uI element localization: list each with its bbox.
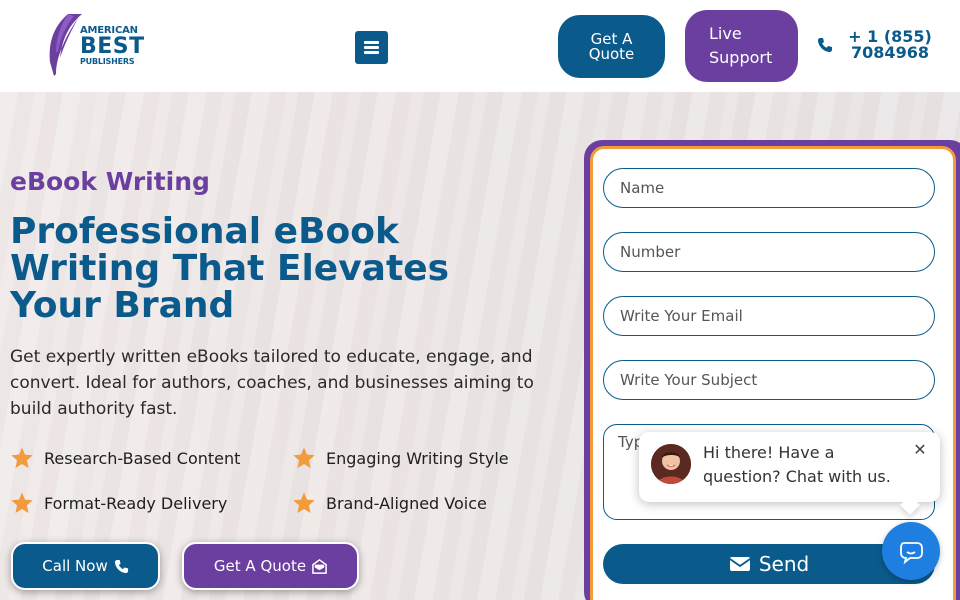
close-icon[interactable]: ✕ bbox=[912, 442, 928, 458]
live-support-button[interactable]: Live Support bbox=[685, 10, 798, 82]
feature-label: Brand-Aligned Voice bbox=[326, 493, 487, 513]
email-field[interactable] bbox=[603, 296, 935, 336]
chat-launcher-button[interactable] bbox=[882, 522, 940, 580]
star-icon bbox=[293, 447, 315, 468]
hamburger-menu-button[interactable] bbox=[355, 31, 388, 64]
hamburger-icon-bar bbox=[364, 46, 379, 49]
avatar bbox=[651, 444, 691, 484]
person-icon bbox=[651, 444, 691, 484]
envelope-icon bbox=[729, 557, 751, 571]
number-field[interactable] bbox=[603, 232, 935, 272]
hamburger-icon-bar bbox=[364, 41, 379, 44]
phone-icon bbox=[114, 559, 128, 573]
feature-label: Research-Based Content bbox=[44, 448, 241, 468]
call-now-label: Call Now bbox=[42, 557, 108, 575]
call-now-button[interactable]: Call Now bbox=[11, 542, 160, 590]
logo-text: AMERICAN BEST PUBLISHERS bbox=[80, 26, 145, 66]
feature-item: Engaging Writing Style bbox=[292, 446, 509, 470]
chat-icon bbox=[900, 542, 923, 565]
logo-line-2: BEST bbox=[80, 34, 145, 59]
get-quote-button-header[interactable]: Get A Quote bbox=[558, 15, 665, 78]
star-icon bbox=[11, 492, 33, 513]
quill-icon bbox=[49, 14, 82, 76]
feature-item: Brand-Aligned Voice bbox=[292, 491, 487, 515]
star-icon bbox=[293, 492, 315, 513]
logo[interactable]: AMERICAN BEST PUBLISHERS bbox=[44, 12, 144, 78]
feature-item: Research-Based Content bbox=[10, 446, 240, 470]
logo-line-3: PUBLISHERS bbox=[80, 57, 135, 66]
hero-headline: Professional eBook Writing That Elevates… bbox=[10, 211, 450, 326]
chat-message: Hi there! Have a question? Chat with us. bbox=[703, 443, 891, 486]
hero-intro: Get expertly written eBooks tailored to … bbox=[10, 347, 534, 419]
phone-number-link[interactable]: + 1 (855) 7084968 bbox=[846, 29, 934, 61]
feature-label: Engaging Writing Style bbox=[326, 448, 509, 468]
hamburger-icon-bar bbox=[364, 51, 379, 54]
name-field[interactable] bbox=[603, 168, 935, 208]
envelope-open-icon bbox=[312, 558, 327, 574]
subject-field[interactable] bbox=[603, 360, 935, 400]
star-icon bbox=[11, 447, 33, 468]
site-header: AMERICAN BEST PUBLISHERS Get A Quote Liv… bbox=[0, 0, 960, 92]
phone-icon bbox=[818, 38, 832, 52]
get-quote-label: Get A Quote bbox=[213, 557, 307, 575]
feature-item: Format-Ready Delivery bbox=[10, 491, 227, 515]
feature-label: Format-Ready Delivery bbox=[44, 493, 228, 513]
send-label: Send bbox=[758, 552, 810, 576]
get-quote-button-hero[interactable]: Get A Quote bbox=[182, 542, 359, 590]
hero-eyebrow: eBook Writing bbox=[10, 167, 210, 196]
